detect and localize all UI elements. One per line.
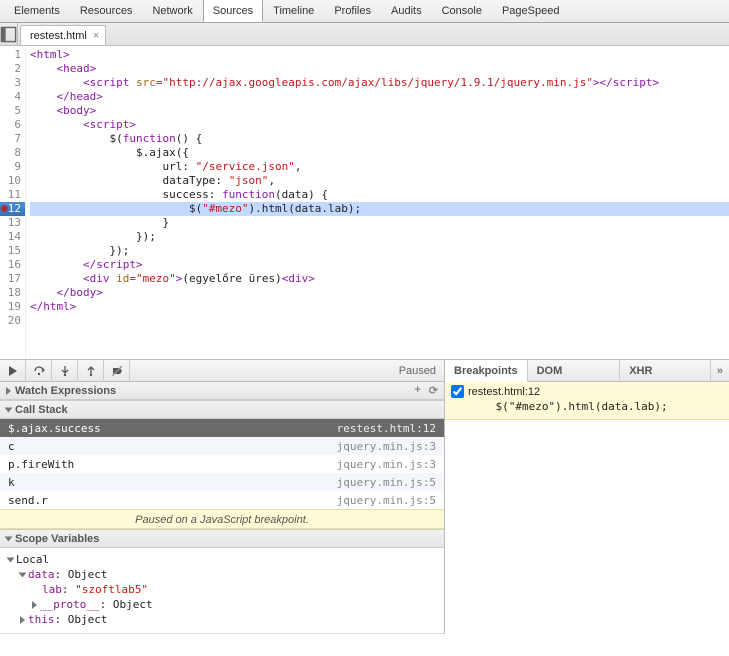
watch-panel-header[interactable]: Watch Expressions + ⟳ — [0, 382, 444, 400]
source-editor: 1234567891011121314151617181920 <html> <… — [0, 46, 729, 360]
scope-panel-title: Scope Variables — [15, 533, 99, 545]
frame-location: jquery.min.js:3 — [337, 440, 436, 453]
disclosure-icon[interactable] — [32, 601, 37, 609]
close-icon[interactable]: × — [93, 30, 99, 42]
scope-var-name: __proto__ — [40, 598, 100, 611]
disclosure-icon[interactable] — [20, 616, 25, 624]
callstack-frame[interactable]: send.r jquery.min.js:5 — [0, 491, 444, 509]
frame-function: k — [8, 476, 15, 489]
step-into-button[interactable] — [52, 360, 78, 382]
bp-tab-breakpoints[interactable]: Breakpoints — [445, 360, 528, 382]
breakpoint-item[interactable]: restest.html:12 $("#mezo").html(data.lab… — [445, 382, 729, 420]
scope-var-value: "szoftlab5" — [75, 583, 148, 596]
frame-function: p.fireWith — [8, 458, 74, 471]
callstack-panel-header[interactable]: Call Stack — [0, 401, 444, 419]
debugger-sidebar-left: Paused Watch Expressions + ⟳ Call Stack $… — [0, 360, 445, 634]
file-tab-restest[interactable]: restest.html × — [20, 25, 106, 45]
devtools-tab-resources[interactable]: Resources — [70, 1, 143, 21]
disclosure-icon[interactable] — [7, 558, 15, 563]
callstack-frame[interactable]: k jquery.min.js:5 — [0, 473, 444, 491]
step-out-button[interactable] — [78, 360, 104, 382]
frame-function: $.ajax.success — [8, 422, 101, 435]
scope-var-type: Object — [68, 568, 108, 581]
frame-location: jquery.min.js:5 — [337, 476, 436, 489]
step-over-button[interactable] — [26, 360, 52, 382]
callstack-frame[interactable]: $.ajax.success restest.html:12 — [0, 419, 444, 437]
file-tabbar: restest.html × — [0, 23, 729, 46]
scope-var-type: Object — [113, 598, 153, 611]
watch-panel-title: Watch Expressions — [15, 385, 116, 397]
disclosure-icon — [6, 387, 11, 395]
callstack-frame[interactable]: p.fireWith jquery.min.js:3 — [0, 455, 444, 473]
scope-var-name: data — [28, 568, 55, 581]
navigator-toggle-icon[interactable] — [0, 23, 18, 45]
frame-function: send.r — [8, 494, 48, 507]
scope-global[interactable]: Global Window — [0, 633, 444, 634]
disclosure-icon — [5, 536, 13, 541]
callstack-frame[interactable]: c jquery.min.js:3 — [0, 437, 444, 455]
pause-reason: Paused on a JavaScript breakpoint. — [0, 509, 444, 529]
scope-local: Local data: Object lab: "szoftlab5" __pr… — [0, 548, 444, 633]
devtools-tab-console[interactable]: Console — [432, 1, 492, 21]
bp-tab-dom-breakpoints[interactable]: DOM Breakpoints — [528, 360, 621, 382]
file-tab-label: restest.html — [30, 30, 87, 42]
scope-var-name: this — [28, 613, 55, 626]
frame-location: jquery.min.js:3 — [337, 458, 436, 471]
devtools-tab-audits[interactable]: Audits — [381, 1, 432, 21]
breakpoint-checkbox[interactable] — [451, 385, 464, 398]
more-tabs-icon[interactable]: » — [711, 365, 729, 377]
callstack-panel: Call Stack $.ajax.success restest.html:12… — [0, 401, 444, 530]
scope-panel-header[interactable]: Scope Variables — [0, 530, 444, 548]
watch-panel: Watch Expressions + ⟳ — [0, 382, 444, 401]
line-number-gutter[interactable]: 1234567891011121314151617181920 — [0, 46, 26, 359]
disclosure-icon[interactable] — [19, 573, 27, 578]
debugger-status: Paused — [399, 365, 444, 377]
devtools-tab-timeline[interactable]: Timeline — [263, 1, 324, 21]
bp-tab-xhr-breakpoints[interactable]: XHR Breakpoints — [620, 360, 711, 382]
resume-button[interactable] — [0, 360, 26, 382]
breakpoints-tabbar: BreakpointsDOM BreakpointsXHR Breakpoint… — [445, 360, 729, 382]
devtools-tab-profiles[interactable]: Profiles — [324, 1, 381, 21]
disclosure-icon — [5, 407, 13, 412]
deactivate-breakpoints-button[interactable] — [104, 360, 130, 382]
add-watch-icon[interactable]: + — [414, 384, 420, 397]
callstack-panel-title: Call Stack — [15, 404, 68, 416]
frame-location: restest.html:12 — [337, 422, 436, 435]
debugger-sidebar-right: BreakpointsDOM BreakpointsXHR Breakpoint… — [445, 360, 729, 634]
devtools-top-tabs: ElementsResourcesNetworkSourcesTimelineP… — [0, 0, 729, 23]
frame-function: c — [8, 440, 15, 453]
scope-var-type: Object — [68, 613, 108, 626]
devtools-tab-sources[interactable]: Sources — [203, 0, 263, 22]
scope-local-label: Local — [16, 553, 49, 566]
scope-var-name: lab — [42, 583, 62, 596]
source-code[interactable]: <html> <head> <script src="http://ajax.g… — [26, 46, 729, 359]
breakpoint-source: $("#mezo").html(data.lab); — [451, 398, 723, 414]
scope-panel: Scope Variables Local data: Object lab: … — [0, 530, 444, 634]
frame-location: jquery.min.js:5 — [337, 494, 436, 507]
breakpoint-location: restest.html:12 — [468, 386, 540, 398]
debugger-toolbar: Paused — [0, 360, 444, 382]
devtools-tab-elements[interactable]: Elements — [4, 1, 70, 21]
devtools-tab-network[interactable]: Network — [142, 1, 202, 21]
refresh-watch-icon[interactable]: ⟳ — [429, 384, 438, 397]
devtools-tab-pagespeed[interactable]: PageSpeed — [492, 1, 570, 21]
